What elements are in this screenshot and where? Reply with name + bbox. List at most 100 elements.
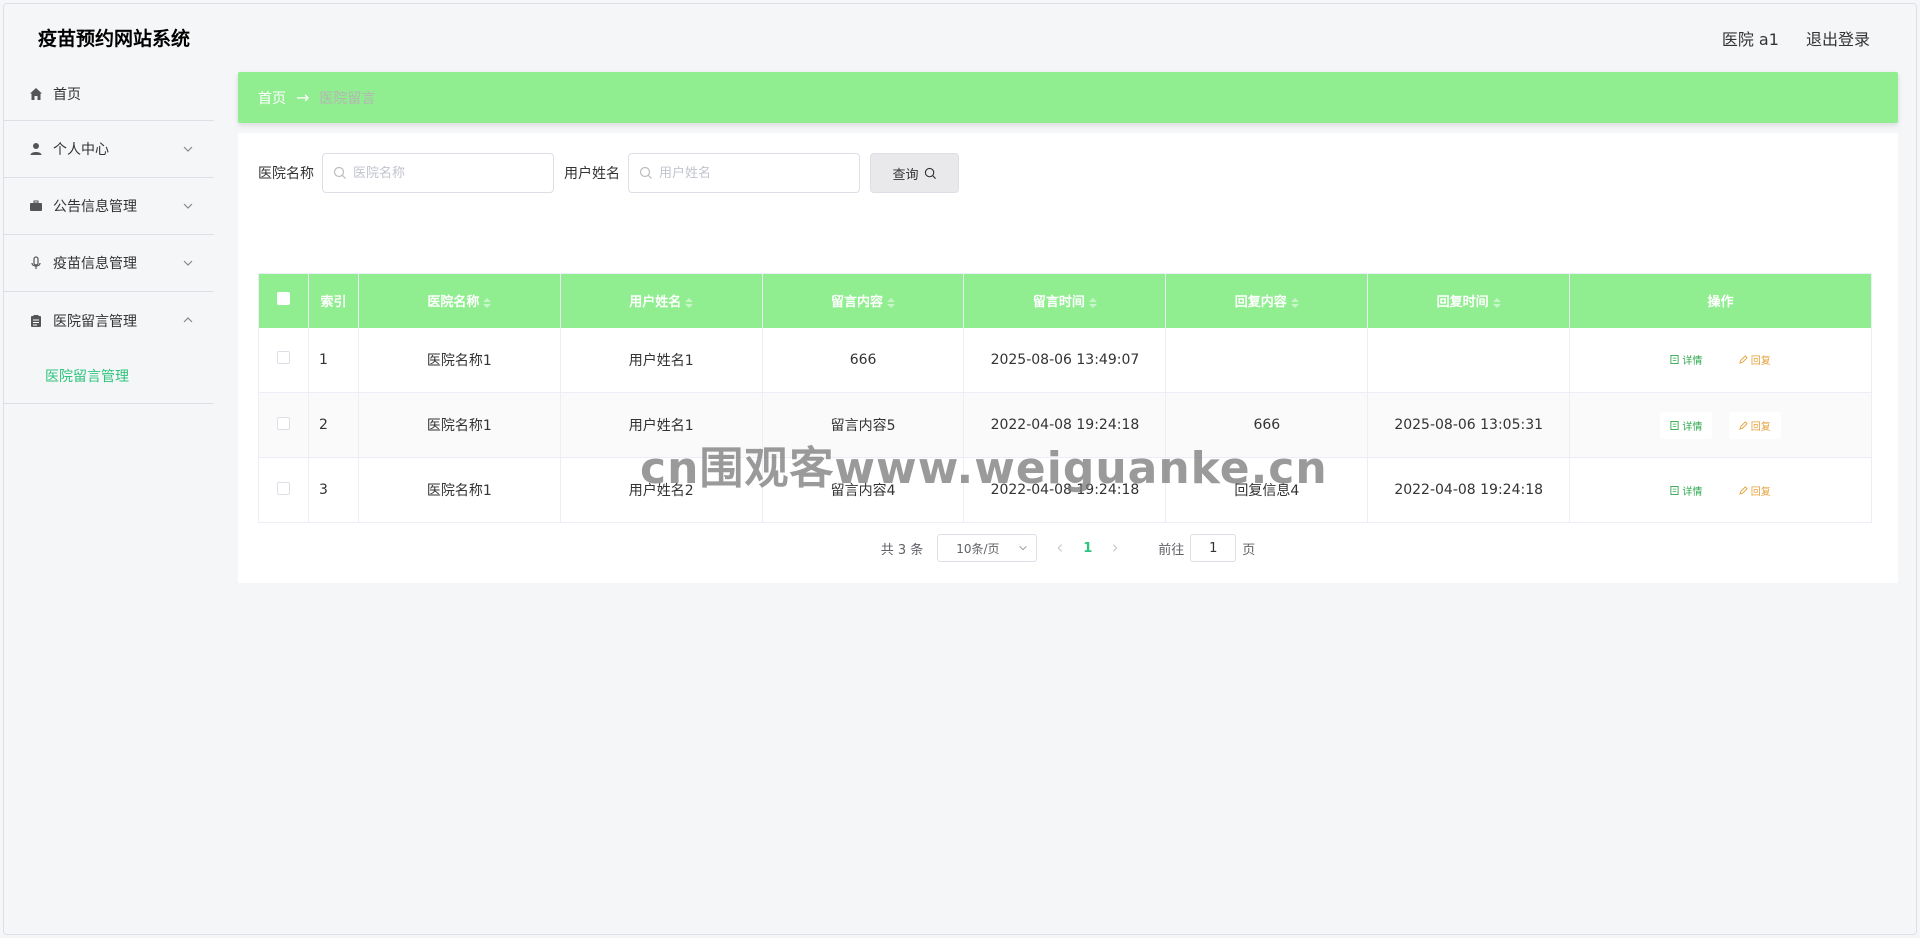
cell-user: 用户姓名1	[560, 327, 763, 393]
reply-button[interactable]: 回复	[1728, 476, 1781, 504]
search-form: 医院名称 用户姓名 查询	[258, 153, 959, 193]
row-select[interactable]	[258, 392, 309, 458]
col-user[interactable]: 用户姓名	[560, 273, 763, 328]
detail-label: 详情	[1682, 356, 1703, 368]
sidebar-item-label: 个人中心	[53, 142, 109, 158]
pagination: 共 3 条 10条/页 1 前往 页	[238, 534, 1898, 562]
select-all-checkbox[interactable]	[276, 292, 290, 306]
cell-reply-time	[1367, 327, 1571, 393]
breadcrumb-separator: →	[296, 88, 310, 107]
col-content[interactable]: 留言内容	[762, 273, 965, 328]
chevron-left-icon	[1057, 544, 1063, 552]
detail-label: 详情	[1682, 486, 1703, 498]
cell-reply: 666	[1165, 392, 1369, 458]
user-name-input[interactable]	[659, 165, 849, 181]
cell-user: 用户姓名2	[560, 457, 763, 523]
cell-reply	[1165, 327, 1369, 393]
sort-icon[interactable]	[1492, 297, 1501, 308]
detail-button[interactable]: 详情	[1660, 411, 1713, 439]
col-label: 留言内容	[831, 295, 884, 311]
cell-index: 3	[308, 457, 359, 523]
col-reply[interactable]: 回复内容	[1165, 273, 1369, 328]
cell-content: 留言内容4	[762, 457, 965, 523]
reply-label: 回复	[1750, 421, 1771, 433]
edit-icon	[1738, 485, 1748, 495]
sidebar-item-home[interactable]: 首页	[4, 68, 214, 121]
detail-button[interactable]: 详情	[1660, 346, 1713, 374]
cell-hospital: 医院名称1	[358, 327, 561, 393]
table-header-row: 索引 医院名称 用户姓名 留言内容 留言时间 回复内容 回复时间 操作	[258, 273, 1872, 328]
logout-link[interactable]: 退出登录	[1806, 30, 1870, 49]
select-all-header[interactable]	[258, 273, 309, 328]
sidebar-item-personal-center[interactable]: 个人中心	[4, 121, 214, 178]
edit-icon	[1738, 355, 1748, 365]
next-page-button[interactable]	[1110, 543, 1120, 553]
sort-icon[interactable]	[887, 297, 896, 308]
main-content: 首页 → 医院留言 医院名称 用户姓名 查询	[238, 72, 1898, 583]
top-bar: 疫苗预约网站系统 医院 a1 退出登录	[4, 4, 1916, 68]
chevron-down-icon	[1019, 545, 1027, 551]
breadcrumb: 首页 → 医院留言	[238, 72, 1898, 123]
cell-time: 2022-04-08 19:24:18	[963, 457, 1167, 523]
prev-page-button[interactable]	[1055, 543, 1065, 553]
search-icon	[639, 166, 652, 179]
chevron-right-icon	[1113, 544, 1118, 552]
page-size-value: 10条/页	[956, 541, 1000, 556]
sidebar-item-hospital-message[interactable]: 医院留言管理	[4, 292, 214, 349]
document-icon	[1670, 355, 1679, 365]
app-title: 疫苗预约网站系统	[38, 28, 191, 50]
row-checkbox[interactable]	[276, 416, 290, 430]
page-number[interactable]: 1	[1083, 541, 1092, 556]
hospital-name-input[interactable]	[353, 165, 543, 181]
table-row: 1 医院名称1 用户姓名1 666 2025-08-06 13:49:07 详情…	[258, 327, 1872, 393]
user-icon	[28, 141, 44, 157]
col-actions: 操作	[1569, 273, 1872, 328]
reply-button[interactable]: 回复	[1728, 411, 1781, 439]
col-reply-time[interactable]: 回复时间	[1367, 273, 1571, 328]
col-time[interactable]: 留言时间	[963, 273, 1167, 328]
clipboard-icon	[28, 313, 44, 329]
page-size-select[interactable]: 10条/页	[937, 534, 1038, 562]
sidebar-item-label: 首页	[53, 87, 81, 103]
query-button-label: 查询	[892, 167, 919, 183]
cell-content: 留言内容5	[762, 392, 965, 458]
sidebar-item-label: 疫苗信息管理	[53, 256, 137, 272]
briefcase-icon	[28, 198, 44, 214]
cell-content: 666	[762, 327, 965, 393]
hospital-name-field	[322, 153, 554, 193]
message-table: 索引 医院名称 用户姓名 留言内容 留言时间 回复内容 回复时间 操作 1 医院…	[258, 273, 1872, 523]
document-icon	[1670, 420, 1679, 430]
reply-button[interactable]: 回复	[1728, 346, 1781, 374]
sidebar-item-notice[interactable]: 公告信息管理	[4, 178, 214, 235]
row-checkbox[interactable]	[276, 351, 290, 365]
sort-icon[interactable]	[1088, 297, 1097, 308]
reply-label: 回复	[1750, 356, 1771, 368]
cell-hospital: 医院名称1	[358, 457, 561, 523]
breadcrumb-current: 医院留言	[319, 90, 376, 107]
col-hospital[interactable]: 医院名称	[358, 273, 561, 328]
row-checkbox[interactable]	[276, 481, 290, 495]
sidebar-item-vaccine[interactable]: 疫苗信息管理	[4, 235, 214, 292]
sort-icon[interactable]	[483, 297, 492, 308]
col-label: 留言时间	[1032, 295, 1085, 311]
reply-label: 回复	[1750, 486, 1771, 498]
cell-hospital: 医院名称1	[358, 392, 561, 458]
col-label: 用户姓名	[629, 295, 682, 311]
sidebar: 首页 个人中心 公告信息管理 疫苗信息管理 医院留言管理 医院留言管理	[4, 68, 214, 934]
goto-page-input[interactable]	[1190, 534, 1237, 562]
query-button[interactable]: 查询	[870, 153, 959, 193]
row-select[interactable]	[258, 457, 309, 523]
row-select[interactable]	[258, 327, 309, 393]
col-index: 索引	[308, 273, 359, 328]
sort-icon[interactable]	[1290, 297, 1299, 308]
sidebar-subitem-hospital-message[interactable]: 医院留言管理	[4, 349, 214, 404]
home-icon	[28, 86, 44, 102]
sort-icon[interactable]	[685, 297, 694, 308]
breadcrumb-home[interactable]: 首页	[258, 88, 286, 108]
col-label: 医院名称	[427, 295, 480, 311]
cell-user: 用户姓名1	[560, 392, 763, 458]
chevron-down-icon	[183, 260, 193, 266]
pagination-total: 共 3 条	[880, 542, 924, 558]
detail-button[interactable]: 详情	[1660, 476, 1713, 504]
cell-time: 2025-08-06 13:49:07	[963, 327, 1167, 393]
